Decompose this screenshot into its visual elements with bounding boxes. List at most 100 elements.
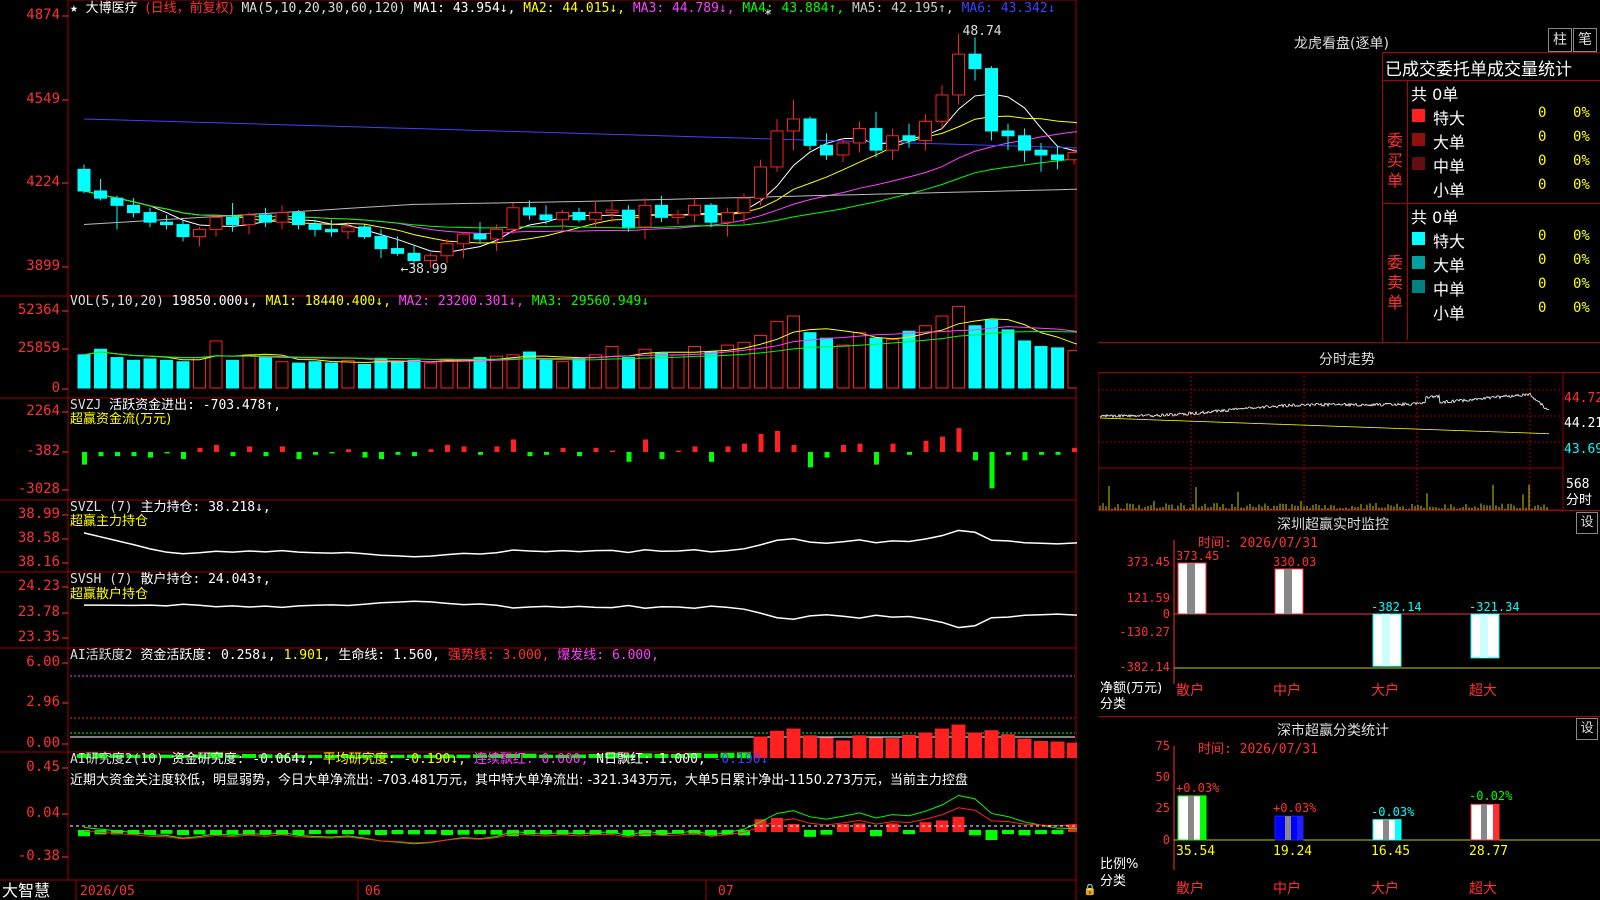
ai-res-y-label: 0.45: [0, 760, 60, 775]
buy-row-count: 0: [1538, 129, 1546, 145]
ai-res-bar: [1035, 830, 1047, 834]
period-label[interactable]: (日线，前复权): [146, 1, 234, 16]
svzj-bar: [148, 452, 153, 458]
candle-body: [639, 205, 651, 227]
ai-act-strong: 强势线: 3.000,: [448, 648, 550, 663]
cls-category-label: 大户: [1371, 882, 1399, 897]
volume-bar: [243, 355, 255, 388]
candle-body: [738, 198, 750, 212]
btn-zhu[interactable]: 柱: [1548, 28, 1572, 52]
low-price-marker: ←38.99: [401, 262, 448, 277]
volume-bar: [788, 316, 800, 388]
volume-bar: [573, 359, 585, 388]
sell-row-pct: 0%: [1573, 300, 1590, 316]
ai-act-bar: [919, 733, 933, 759]
svzj-bar: [726, 446, 731, 452]
candle-body: [375, 237, 387, 249]
svzj-bar: [214, 445, 219, 452]
volume-bar: [78, 355, 90, 388]
ai-res-bar: [986, 830, 998, 840]
candle-body: [755, 167, 767, 198]
sell-total: 共 0单: [1411, 204, 1458, 228]
volume-bar: [342, 360, 354, 388]
ai-res-last: -0.190↓: [714, 752, 769, 767]
sell-row-pct: 0%: [1573, 228, 1590, 244]
ai-res-bar: [870, 830, 882, 836]
svzj-bar: [330, 452, 335, 453]
right-panel: 龙虎看盘(逐单) 柱 笔 已成交委托单成交量统计 委买单 共 0单 委卖单 共 …: [1098, 0, 1600, 900]
intraday-chart[interactable]: [1098, 372, 1600, 512]
svzj-bar: [181, 452, 186, 459]
volume-bar: [854, 333, 866, 388]
candle-body: [507, 208, 519, 230]
buy-row-name: 大单: [1433, 129, 1465, 153]
sell-row-name: 大单: [1433, 252, 1465, 276]
ai-res-bar: [804, 830, 816, 837]
volume-bar: [95, 349, 107, 388]
svzj-title: SVZJ: [70, 398, 101, 413]
buy-total: 共 0单: [1411, 81, 1458, 105]
ai-act-bar: [836, 740, 850, 758]
svsh-y-label: 23.35: [0, 630, 60, 645]
candle-body: [870, 129, 882, 151]
svsh-sub: 超赢散户持仓: [70, 587, 148, 602]
vol-ma2: MA2: 23200.301↓,: [399, 294, 524, 309]
left-chart-area[interactable]: ★ 大博医疗 (日线，前复权) MA(5,10,20,30,60,120) MA…: [0, 0, 1077, 900]
volume-bar: [326, 363, 338, 388]
cls-change-label: -0.03%: [1371, 805, 1414, 820]
ai-res-bar: [821, 830, 833, 835]
sz-category-label: 散户: [1176, 684, 1204, 699]
svzj-bar: [907, 452, 912, 455]
candle-body: [573, 213, 585, 220]
volume-bar: [491, 356, 503, 388]
sz-value-label: 373.45: [1176, 549, 1219, 564]
ai-res-bar: [1002, 830, 1014, 834]
cls-y-label: 25: [1098, 801, 1170, 816]
ai-act-bar: [985, 730, 999, 758]
candle-body: [227, 217, 239, 224]
candle-body: [177, 225, 189, 237]
candle-body: [78, 169, 90, 191]
volume-bar: [260, 358, 272, 388]
candle-body: [1052, 155, 1064, 160]
candle-body: [788, 119, 800, 131]
candle-body: [441, 244, 453, 256]
volume-bar: [227, 360, 239, 388]
lock-icon[interactable]: 🔒: [1083, 882, 1097, 897]
volume-bar: [804, 333, 816, 388]
volume-bar: [441, 359, 453, 388]
cls-category-label: 散户: [1176, 882, 1204, 897]
sz-bar-shade: [1284, 569, 1292, 614]
btn-bi[interactable]: 笔: [1573, 28, 1597, 52]
ai-res-bar: [342, 830, 354, 834]
candle-body: [458, 234, 470, 244]
ai-res-bar: [953, 817, 965, 832]
volume-bar: [672, 355, 684, 388]
svzl-title: SVZL (7): [70, 500, 133, 515]
candle-body: [474, 234, 486, 239]
cls-value-label: 19.24: [1273, 844, 1312, 859]
ma1-value: MA1: 43.954↓,: [414, 1, 516, 16]
favorite-star-icon[interactable]: ★: [70, 1, 78, 16]
intraday-avg-line: [1100, 418, 1549, 434]
svzj-bar: [379, 452, 384, 459]
ai-res-title: AI研究度2(10): [70, 752, 164, 767]
ai-res-bar: [887, 823, 899, 832]
svzj-bar: [742, 444, 747, 452]
candle-body: [326, 229, 338, 231]
svzj-bar: [247, 446, 252, 452]
ai-res-bar: [227, 830, 239, 834]
volume-bar: [375, 359, 387, 388]
candle-body: [887, 136, 899, 150]
ai-res-nday: N日飘红: 1.000,: [596, 752, 705, 767]
ai-res-bar: [309, 830, 321, 834]
sell-row-swatch: [1412, 232, 1425, 245]
svzj-bar: [165, 452, 170, 453]
buy-row-swatch: [1412, 133, 1425, 146]
svzj-bar: [511, 439, 516, 452]
volume-bar: [293, 363, 305, 388]
volume-bar: [408, 360, 420, 388]
candle-body: [689, 205, 701, 215]
svzj-bar: [759, 434, 764, 452]
buy-row-name: 中单: [1433, 153, 1465, 177]
